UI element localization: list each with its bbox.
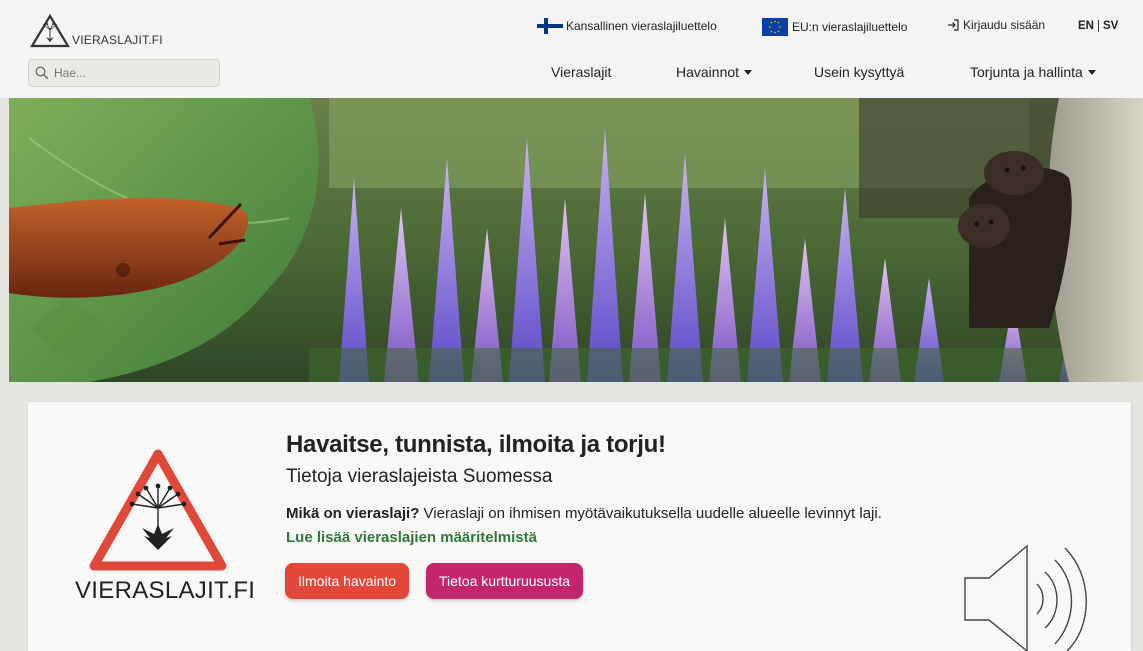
eu-list-label: EU:n vieraslajiluettelo: [792, 20, 908, 34]
eu-list-link[interactable]: EU:n vieraslajiluettelo: [762, 18, 907, 36]
language-switcher: EN | SV: [1078, 20, 1118, 32]
nav-item-faq[interactable]: Usein kysyttyä: [814, 64, 904, 80]
login-link[interactable]: Kirjaudu sisään: [946, 18, 1045, 32]
card-logo-text: VIERASLAJIT.FI: [75, 577, 256, 604]
eu-flag-icon: [762, 18, 788, 36]
nav-item-label: Vieraslajit: [551, 64, 612, 80]
hero-image: [9, 98, 1143, 382]
logo-triangle-plant-icon: [89, 449, 227, 571]
lang-sv-link[interactable]: SV: [1103, 20, 1118, 32]
lang-en-link[interactable]: EN: [1078, 20, 1094, 32]
caret-down-icon: [1087, 70, 1096, 75]
nav-item-label: Havainnot: [676, 64, 740, 80]
card-headline: Havaitse, tunnista, ilmoita ja torju!: [286, 431, 666, 458]
finland-flag-icon: [537, 18, 563, 34]
species-info-button[interactable]: Tietoa kurtturuususta: [426, 563, 583, 599]
hero-banner: [9, 98, 1143, 382]
national-list-label: Kansallinen vieraslajiluettelo: [566, 19, 717, 33]
lang-separator: |: [1096, 20, 1100, 32]
card-subheadline: Tietoja vieraslajeista Suomessa: [286, 466, 553, 487]
nav-item-vieraslajit[interactable]: Vieraslajit: [551, 64, 611, 80]
login-icon: [948, 19, 959, 31]
report-observation-button[interactable]: Ilmoita havainto: [285, 563, 410, 599]
main-nav: Vieraslajit Havainnot Usein kysyttyä Tor…: [0, 64, 1143, 84]
nav-item-havainnot[interactable]: Havainnot: [676, 64, 753, 80]
login-label: Kirjaudu sisään: [963, 18, 1046, 32]
intro-card: VIERASLAJIT.FI Havaitse, tunnista, ilmoi…: [28, 402, 1131, 651]
site-header: VIERASLAJIT.FI Kansallinen vieraslajilue…: [0, 0, 1143, 98]
definition-question: Mikä on vieraslaji?: [286, 505, 420, 522]
read-more-link[interactable]: Lue lisää vieraslajien määritelmistä: [286, 529, 537, 546]
speaker-icon[interactable]: [961, 542, 1111, 651]
top-links: Kansallinen vieraslajiluettelo EU:n vier…: [0, 18, 1143, 40]
nav-item-label: Usein kysyttyä: [814, 64, 905, 80]
caret-down-icon: [744, 70, 753, 75]
card-description: Mikä on vieraslaji? Vieraslaji on ihmise…: [286, 502, 886, 550]
nav-item-label: Torjunta ja hallinta: [970, 64, 1083, 80]
national-list-link[interactable]: Kansallinen vieraslajiluettelo: [537, 18, 717, 34]
definition-answer: Vieraslaji on ihmisen myötävaikutuksella…: [419, 505, 882, 522]
nav-item-control[interactable]: Torjunta ja hallinta: [970, 64, 1096, 80]
